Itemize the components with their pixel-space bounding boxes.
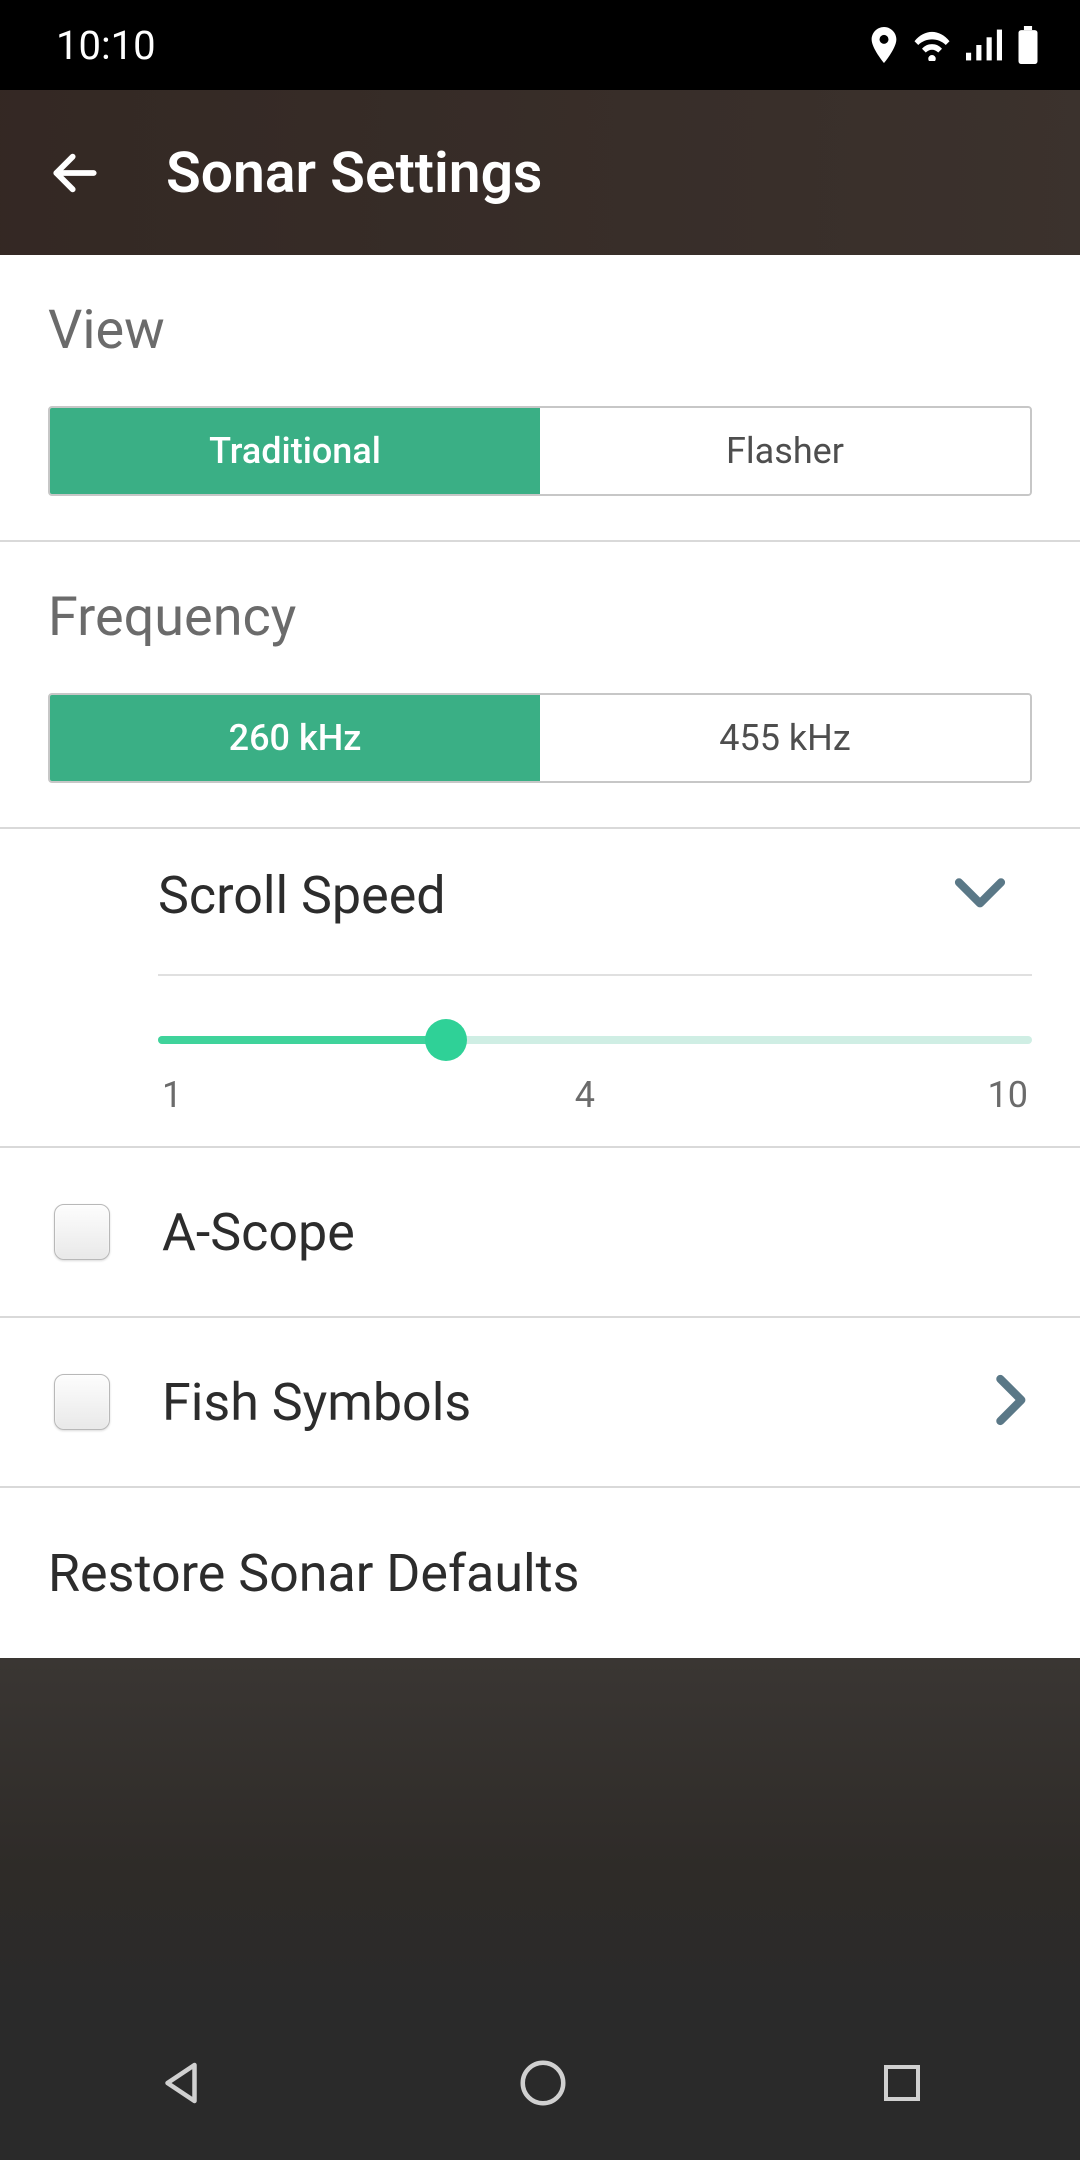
arrow-left-icon	[47, 145, 103, 201]
slider-tick-labels: 1 4 10	[158, 1074, 1032, 1116]
scroll-speed-slider-container: 1 4 10	[158, 974, 1032, 1116]
frequency-option-260[interactable]: 260 kHz	[50, 695, 540, 781]
scroll-speed-label: Scroll Speed	[158, 865, 446, 926]
view-option-flasher[interactable]: Flasher	[540, 408, 1030, 494]
slider-mid-label: 4	[575, 1074, 595, 1116]
status-time: 10:10	[56, 22, 156, 69]
frequency-label: Frequency	[48, 586, 1032, 649]
chevron-down-icon	[952, 874, 1008, 918]
app-header: Sonar Settings	[0, 90, 1080, 255]
location-icon	[870, 27, 898, 63]
frequency-section: Frequency 260 kHz 455 kHz	[0, 542, 1080, 827]
slider-min-label: 1	[162, 1074, 182, 1116]
slider-thumb[interactable]	[425, 1019, 467, 1061]
restore-defaults-row[interactable]: Restore Sonar Defaults	[0, 1488, 1080, 1658]
square-recent-icon	[878, 2059, 926, 2107]
nav-recent-button[interactable]	[878, 2059, 926, 2111]
scroll-speed-header[interactable]: Scroll Speed	[48, 865, 1032, 926]
nav-home-button[interactable]	[516, 2056, 570, 2114]
view-segmented-control: Traditional Flasher	[48, 406, 1032, 496]
page-title: Sonar Settings	[166, 139, 542, 206]
frequency-option-455[interactable]: 455 kHz	[540, 695, 1030, 781]
frequency-segmented-control: 260 kHz 455 kHz	[48, 693, 1032, 783]
nav-back-button[interactable]	[154, 2056, 208, 2114]
view-option-traditional[interactable]: Traditional	[50, 408, 540, 494]
status-icons	[870, 26, 1040, 64]
chevron-right-icon	[992, 1372, 1032, 1432]
fish-symbols-row[interactable]: Fish Symbols	[0, 1318, 1080, 1488]
view-section: View Traditional Flasher	[0, 255, 1080, 542]
fish-symbols-checkbox[interactable]	[54, 1374, 110, 1430]
slider-max-label: 10	[988, 1074, 1028, 1116]
a-scope-row[interactable]: A-Scope	[0, 1148, 1080, 1318]
restore-defaults-label: Restore Sonar Defaults	[48, 1543, 580, 1604]
slider-fill	[158, 1036, 446, 1044]
scroll-speed-section: Scroll Speed 1 4 10	[0, 827, 1080, 1148]
scroll-speed-slider[interactable]	[158, 1036, 1032, 1044]
triangle-back-icon	[154, 2056, 208, 2110]
background-filler	[0, 1658, 1080, 2010]
android-nav-bar	[0, 2010, 1080, 2160]
wifi-icon	[912, 29, 952, 61]
view-label: View	[48, 299, 1032, 362]
status-bar: 10:10	[0, 0, 1080, 90]
signal-icon	[966, 29, 1002, 61]
circle-home-icon	[516, 2056, 570, 2110]
back-button[interactable]	[40, 138, 110, 208]
a-scope-checkbox[interactable]	[54, 1204, 110, 1260]
fish-symbols-label: Fish Symbols	[162, 1372, 992, 1433]
a-scope-label: A-Scope	[162, 1202, 1032, 1263]
battery-icon	[1016, 26, 1040, 64]
